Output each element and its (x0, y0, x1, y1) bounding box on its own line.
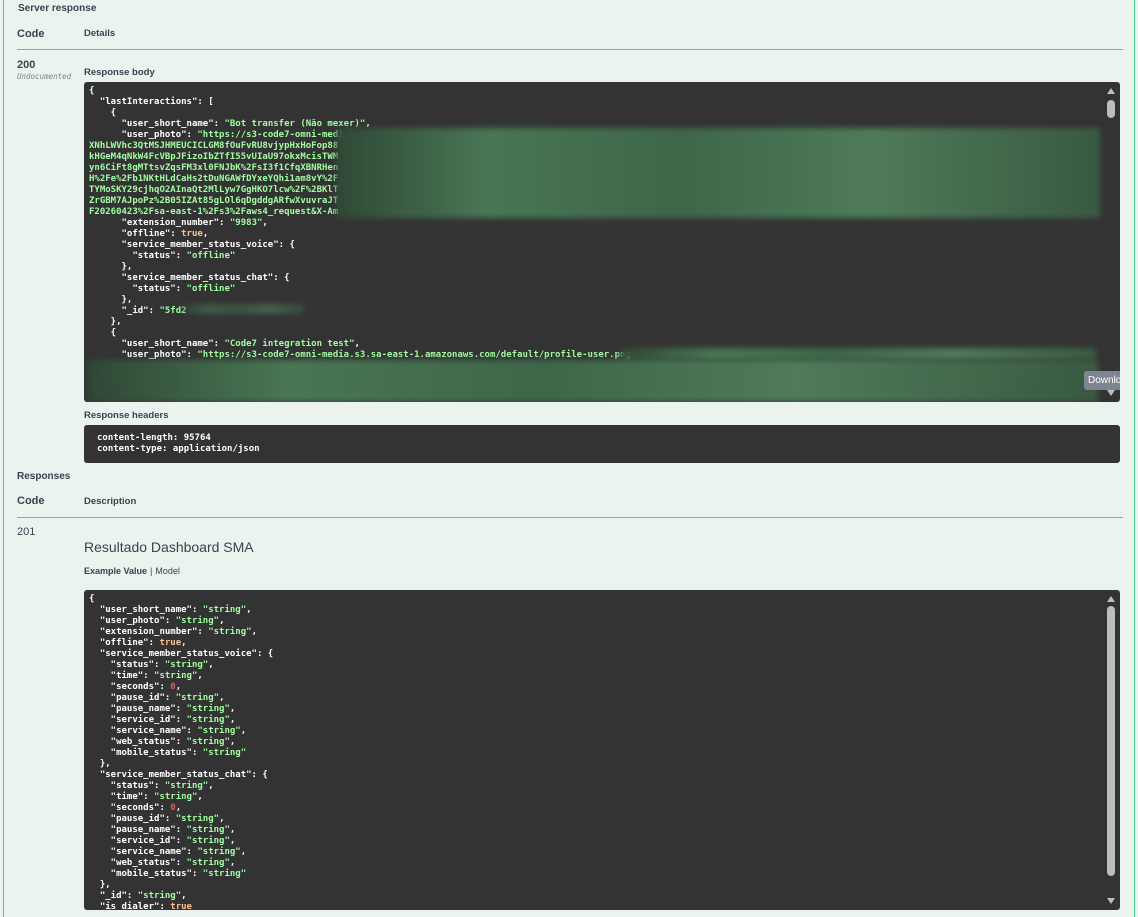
undocumented-label: Undocumented (17, 72, 72, 81)
tab-separator: | (150, 566, 153, 576)
details-column-header: Details (84, 28, 116, 39)
response-description: Resultado Dashboard SMA (84, 539, 254, 555)
response-headers-code: content-length: 95764 content-type: appl… (84, 425, 1120, 463)
response-code-201: 201 (17, 526, 36, 538)
response-panel: Server response Code Details 200 Undocum… (3, 0, 1135, 917)
scroll-up-arrow[interactable] (1107, 88, 1115, 94)
tab-model[interactable]: Model (155, 566, 180, 576)
tab-example-value[interactable]: Example Value (84, 566, 147, 576)
download-button[interactable]: Download (1084, 371, 1120, 390)
example-value-code[interactable]: { "user_short_name": "string", "user_pho… (84, 590, 1120, 910)
code-column-header: Code (17, 28, 45, 40)
responses-code-header: Code (17, 495, 45, 507)
response-headers-label: Response headers (84, 410, 169, 421)
redacted-id-blur (184, 304, 304, 314)
responses-title: Responses (17, 471, 71, 482)
scroll-down-arrow[interactable] (1107, 390, 1115, 396)
example-scroll-up-arrow[interactable] (1107, 596, 1115, 602)
responses-description-header: Description (84, 496, 137, 507)
status-code: 200 (17, 59, 36, 71)
redacted-bottom-blur (88, 360, 1098, 402)
response-body-label: Response body (84, 67, 155, 78)
response-body-code[interactable]: { "lastInteractions": [ { "user_short_na… (84, 82, 1120, 402)
responses-divider (17, 517, 1123, 518)
redacted-url-blur-2 (620, 348, 1096, 360)
server-response-title: Server response (18, 3, 97, 14)
example-value-json: { "user_short_name": "string", "user_pho… (89, 594, 274, 910)
redacted-url-blur (336, 128, 1100, 218)
response-body-json: { "lastInteractions": [ { "user_short_na… (89, 86, 631, 360)
example-model-tabs: Example Value | Model (84, 566, 180, 576)
response-headers-text: content-length: 95764 content-type: appl… (97, 433, 260, 454)
scrollbar-thumb[interactable] (1107, 100, 1115, 118)
header-divider (17, 49, 1123, 50)
example-scrollbar-thumb[interactable] (1107, 606, 1115, 876)
example-scroll-down-arrow[interactable] (1107, 898, 1115, 904)
